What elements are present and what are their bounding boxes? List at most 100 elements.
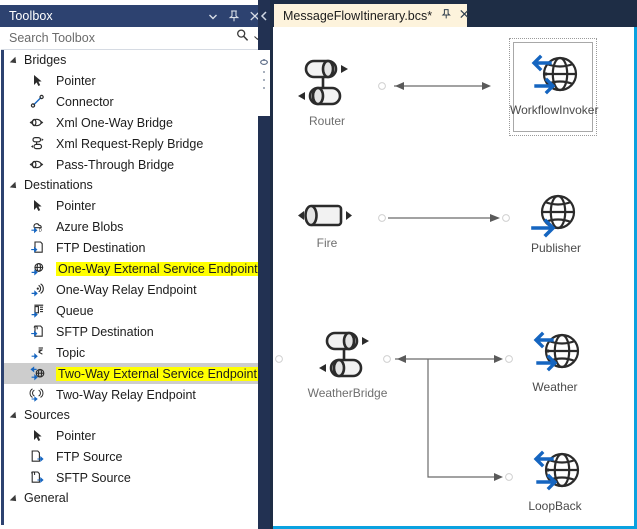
tab-label: MessageFlowItinerary.bcs* [283, 8, 433, 23]
toolbox-item-queue[interactable]: Queue [4, 300, 269, 321]
panel-splitter[interactable] [258, 0, 270, 529]
search-input[interactable] [1, 30, 235, 46]
connection-weatherbridge-branch[interactable] [273, 345, 523, 495]
pointer-icon [28, 197, 48, 214]
toolbox-item-two-way-relay-endpoint[interactable]: Two-Way Relay Endpoint [4, 384, 269, 405]
chevron-down-icon[interactable] [207, 9, 219, 23]
toolbox-item-label: SFTP Destination [56, 324, 154, 339]
diagram-node-router[interactable]: Router [291, 55, 363, 128]
one-way-relay-icon [28, 281, 48, 298]
expander-icon[interactable] [10, 55, 21, 66]
diagram-node-loopback[interactable]: LoopBack [521, 444, 589, 513]
toolbox-item-label: Azure Blobs [56, 219, 124, 234]
toolbox-item-sftp-destination[interactable]: SFTP Destination [4, 321, 269, 342]
toolbox-tree[interactable]: Bridges Pointer Connector Xml One-Way Bridg… [1, 50, 269, 525]
request-reply-bridge-icon [291, 55, 363, 115]
diagram-node-weather[interactable]: Weather [521, 325, 589, 394]
toolbox-item-xml-request-reply-bridge[interactable]: Xml Request-Reply Bridge [4, 133, 269, 154]
pin-icon[interactable] [228, 9, 240, 23]
toolbox-item-azure-blobs[interactable]: D Azure Blobs [4, 216, 269, 237]
toolbox-item-pointer[interactable]: Pointer [4, 70, 269, 91]
pass-through-bridge-icon [28, 156, 48, 173]
diagram-node-fire[interactable]: Fire [291, 195, 363, 250]
collapse-panel-icon[interactable] [258, 6, 270, 26]
editor-area: MessageFlowItinerary.bcs* Router Workflo… [270, 0, 637, 529]
expander-icon[interactable] [10, 410, 21, 421]
toolbox-item-label: Xml One-Way Bridge [56, 115, 173, 130]
node-label: Weather [532, 380, 578, 394]
splitter-grip[interactable] [258, 50, 270, 116]
toolbox-item-topic[interactable]: Topic [4, 342, 269, 363]
svg-text:D: D [39, 227, 43, 232]
toolbox-item-label: Xml Request-Reply Bridge [56, 136, 204, 151]
toolbox-item-xml-one-way-bridge[interactable]: Xml One-Way Bridge [4, 112, 269, 133]
one-way-endpoint-icon [28, 260, 48, 277]
close-icon[interactable] [459, 7, 470, 25]
sftp-source-icon [28, 469, 48, 486]
toolbox-item-pass-through-bridge[interactable]: Pass-Through Bridge [4, 154, 269, 175]
toolbox-group-bridges[interactable]: Bridges [4, 50, 269, 70]
toolbox-item-pointer[interactable]: Pointer [4, 195, 269, 216]
expander-icon[interactable] [10, 493, 21, 504]
toolbox-item-label: One-Way Relay Endpoint [56, 282, 197, 297]
diagram-node-workflowinvoker[interactable]: WorkflowInvoker [510, 39, 599, 117]
group-label: Sources [24, 408, 70, 422]
pin-icon[interactable] [441, 7, 452, 25]
topic-icon [28, 344, 48, 361]
toolbox-panel: Toolbox Search Toolbox Bridges Pointer C… [0, 0, 270, 529]
search-bar [1, 27, 269, 50]
toolbox-item-label: One-Way External Service Endpoint [56, 261, 260, 276]
connection-fire-publisher[interactable] [378, 211, 510, 225]
queue-icon [28, 302, 48, 319]
ftp-source-icon [28, 448, 48, 465]
diagram-node-publisher[interactable]: Publisher [523, 190, 589, 255]
toolbox-item-one-way-relay-endpoint[interactable]: One-Way Relay Endpoint [4, 279, 269, 300]
toolbox-item-sftp-source[interactable]: SFTP Source [4, 467, 269, 488]
connection-router-workflowinvoker[interactable] [378, 79, 503, 93]
visual-studio-window: Toolbox Search Toolbox Bridges Pointer C… [0, 0, 637, 529]
toolbox-item-label: Two-Way Relay Endpoint [56, 387, 196, 402]
toolbox-item-label: FTP Destination [56, 240, 146, 255]
toolbox-item-label: Two-Way External Service Endpoint [56, 366, 259, 381]
toolbox-item-pointer[interactable]: Pointer [4, 425, 269, 446]
connector-icon [28, 93, 48, 110]
two-way-endpoint-icon [521, 325, 589, 381]
pointer-icon [28, 427, 48, 444]
node-label: WorkflowInvoker [510, 103, 599, 117]
expander-icon[interactable] [10, 180, 21, 191]
node-label: LoopBack [528, 499, 582, 513]
two-way-endpoint-icon [521, 444, 589, 500]
toolbox-titlebar: Toolbox [0, 5, 270, 27]
toolbox-item-two-way-external-service-endpoint[interactable]: Two-Way External Service Endpoint [4, 363, 269, 384]
group-label: Destinations [24, 178, 93, 192]
tab-messageflowitinerary[interactable]: MessageFlowItinerary.bcs* [274, 4, 470, 27]
one-way-endpoint-icon [523, 190, 589, 242]
toolbox-group-general[interactable]: General [4, 488, 269, 508]
toolbox-item-label: Topic [56, 345, 86, 360]
toolbox-group-destinations[interactable]: Destinations [4, 175, 269, 195]
one-way-bridge-icon [291, 195, 363, 237]
two-way-endpoint-icon [510, 48, 596, 104]
toolbox-item-label: Pointer [56, 198, 96, 213]
request-reply-bridge-icon [28, 135, 48, 152]
diagram-canvas[interactable]: Router WorkflowInvoker Fire Publisher We… [273, 27, 637, 529]
node-label: Publisher [530, 241, 582, 255]
toolbox-item-label: Pass-Through Bridge [56, 157, 175, 172]
toolbox-item-ftp-destination[interactable]: FTP Destination [4, 237, 269, 258]
toolbox-item-label: Connector [56, 94, 114, 109]
toolbox-item-label: Queue [56, 303, 94, 318]
toolbox-item-connector[interactable]: Connector [4, 91, 269, 112]
pointer-icon [28, 72, 48, 89]
search-icon[interactable] [235, 28, 250, 48]
node-label: Router [308, 114, 346, 128]
selection-box-workflowinvoker[interactable]: WorkflowInvoker [509, 38, 599, 136]
toolbox-group-sources[interactable]: Sources [4, 405, 269, 425]
toolbox-item-label: FTP Source [56, 449, 123, 464]
two-way-endpoint-icon [28, 365, 48, 382]
one-way-bridge-icon [28, 114, 48, 131]
tab-strip: MessageFlowItinerary.bcs* [270, 0, 637, 27]
toolbox-item-ftp-source[interactable]: FTP Source [4, 446, 269, 467]
group-label: Bridges [24, 53, 67, 67]
sftp-destination-icon [28, 323, 48, 340]
toolbox-item-one-way-external-service-endpoint[interactable]: One-Way External Service Endpoint [4, 258, 269, 279]
